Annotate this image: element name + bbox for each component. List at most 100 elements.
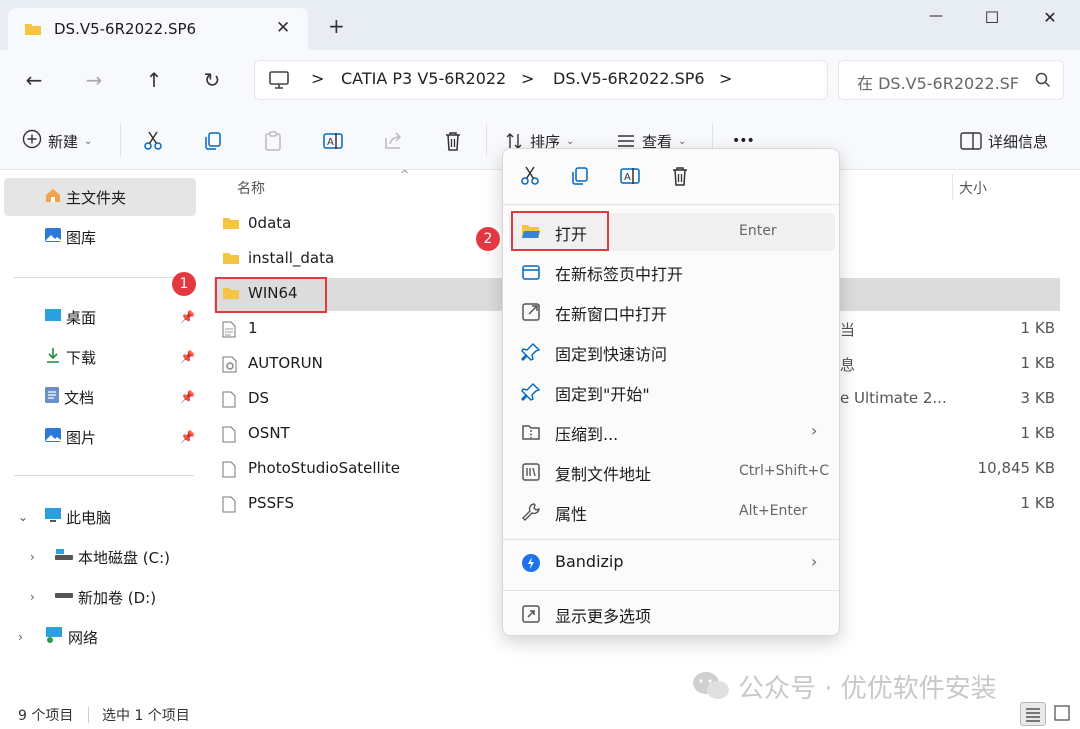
menu-item-compress[interactable]: 压缩到... › xyxy=(509,413,835,451)
menu-item-shortcut: Alt+Enter xyxy=(739,503,808,519)
file-name: install_data xyxy=(248,249,335,267)
sidebar-item-home[interactable]: 主文件夹 xyxy=(4,178,196,216)
refresh-button[interactable]: ↻ xyxy=(198,66,226,94)
back-button[interactable]: ← xyxy=(20,66,48,94)
menu-item-open-new-window[interactable]: 在新窗口中打开 xyxy=(509,293,835,331)
share-icon xyxy=(385,132,402,149)
home-icon xyxy=(44,186,62,208)
trash-icon xyxy=(673,167,687,186)
menu-item-open-new-tab[interactable]: 在新标签页中打开 xyxy=(509,253,835,291)
sidebar-item-documents[interactable]: 文档 📌 xyxy=(4,378,196,416)
new-window-icon xyxy=(521,302,541,326)
chevron-down-icon: ⌄ xyxy=(566,135,575,147)
copy-icon xyxy=(205,132,221,150)
menu-item-pin-quick-access[interactable]: 固定到快速访问 xyxy=(509,333,835,371)
menu-item-copy-path[interactable]: 复制文件地址 Ctrl+Shift+C xyxy=(509,453,835,491)
file-size: 1 KB xyxy=(1020,424,1055,442)
up-button[interactable]: ↑ xyxy=(140,66,168,94)
sidebar-item-desktop[interactable]: 桌面 📌 xyxy=(4,298,196,336)
chevron-right-icon[interactable]: › xyxy=(18,630,23,644)
delete-button[interactable] xyxy=(669,165,693,189)
share-button[interactable] xyxy=(382,128,404,154)
menu-item-label: 属性 xyxy=(555,505,588,524)
copy-button[interactable] xyxy=(202,128,224,154)
menu-item-show-more-options[interactable]: 显示更多选项 xyxy=(509,595,835,633)
paste-button[interactable] xyxy=(262,128,284,154)
column-header-size[interactable]: 大小 xyxy=(959,178,987,198)
tiles-view-icon xyxy=(1054,705,1070,721)
copy-button[interactable] xyxy=(569,165,593,189)
address-bar[interactable]: > CATIA P3 V5-6R2022 > DS.V5-6R2022.SP6 … xyxy=(254,60,828,100)
text-file-icon xyxy=(222,321,236,342)
maximize-button[interactable]: ☐ xyxy=(978,8,1006,32)
new-tab-icon xyxy=(521,262,541,286)
desktop-icon xyxy=(44,307,62,327)
file-icon xyxy=(222,461,236,482)
minimize-button[interactable]: — xyxy=(922,8,950,32)
pin-icon[interactable]: 📌 xyxy=(180,350,195,364)
sidebar-item-drive-d[interactable]: › 新加卷 (D:) xyxy=(4,578,196,616)
file-name: AUTORUN xyxy=(248,354,323,372)
sidebar-item-label: 图库 xyxy=(66,228,97,247)
new-button-label: 新建 xyxy=(48,132,79,151)
menu-item-properties[interactable]: 属性 Alt+Enter xyxy=(509,493,835,531)
cut-button[interactable] xyxy=(519,165,543,189)
column-header-name[interactable]: 名称 xyxy=(237,178,265,198)
chevron-right-icon[interactable]: › xyxy=(30,550,35,564)
menu-item-label: 复制文件地址 xyxy=(555,465,652,484)
file-icon xyxy=(222,391,236,412)
rename-button[interactable]: A xyxy=(322,128,344,154)
breadcrumb-catia[interactable]: CATIA P3 V5-6R2022 xyxy=(341,69,506,88)
menu-item-pin-start[interactable]: 固定到"开始" xyxy=(509,373,835,411)
delete-button[interactable] xyxy=(442,128,464,154)
title-bar: DS.V5-6R2022.SP6 ✕ + — ☐ ✕ xyxy=(0,0,1080,50)
chevron-right-icon[interactable]: › xyxy=(30,590,35,604)
tiles-view-button[interactable] xyxy=(1052,703,1072,727)
file-name: OSNT xyxy=(248,424,290,442)
details-pane-icon xyxy=(960,132,982,150)
tab-close-icon[interactable]: ✕ xyxy=(276,18,290,38)
details-label: 详细信息 xyxy=(988,132,1049,151)
sidebar-item-pictures[interactable]: 图片 📌 xyxy=(4,418,196,456)
scissors-icon xyxy=(521,166,539,185)
sidebar-item-label: 此电脑 xyxy=(66,508,112,527)
sidebar-item-drive-c[interactable]: › 本地磁盘 (C:) xyxy=(4,538,196,576)
folder-icon xyxy=(24,22,42,40)
step-badge-1: 1 xyxy=(172,272,196,296)
sidebar-item-label: 网络 xyxy=(68,628,99,647)
rename-button[interactable]: A xyxy=(619,165,643,189)
sidebar-item-network[interactable]: › 网络 xyxy=(4,618,196,656)
network-icon xyxy=(44,626,64,648)
pin-icon[interactable]: 📌 xyxy=(180,390,195,404)
file-size: 3 KB xyxy=(1020,389,1055,407)
breadcrumb-current[interactable]: DS.V5-6R2022.SP6 xyxy=(553,69,705,88)
tab-active[interactable]: DS.V5-6R2022.SP6 ✕ xyxy=(8,8,308,50)
highlight-box-win64 xyxy=(215,277,327,313)
tab-title: DS.V5-6R2022.SP6 xyxy=(54,20,197,38)
copy-path-icon xyxy=(521,462,541,486)
file-name: PSSFS xyxy=(248,494,294,512)
chevron-right-icon: › xyxy=(811,421,818,440)
new-tab-button[interactable]: + xyxy=(328,16,345,36)
sidebar-item-downloads[interactable]: 下载 📌 xyxy=(4,338,196,376)
cut-button[interactable] xyxy=(142,128,164,154)
search-input[interactable]: 在 DS.V5-6R2022.SF xyxy=(838,60,1064,100)
download-icon xyxy=(44,346,62,368)
search-placeholder: 在 DS.V5-6R2022.SF xyxy=(857,74,1020,93)
sidebar-item-gallery[interactable]: 图库 xyxy=(4,218,196,256)
sidebar-item-this-pc[interactable]: ⌄ 此电脑 xyxy=(4,498,196,536)
selected-count: 选中 1 个项目 xyxy=(102,708,190,724)
sidebar-item-label: 桌面 xyxy=(66,308,97,327)
details-button[interactable]: 详细信息 xyxy=(960,128,1048,154)
chevron-down-icon[interactable]: ⌄ xyxy=(18,510,28,524)
context-menu: A 打开 Enter 在新标签页中打开 在新窗口中打开 固定到快速访问 固定到"… xyxy=(502,148,840,636)
pin-icon[interactable]: 📌 xyxy=(180,430,195,444)
details-view-button[interactable] xyxy=(1020,702,1046,726)
computer-icon xyxy=(269,71,289,93)
close-window-button[interactable]: ✕ xyxy=(1036,8,1064,32)
menu-item-bandizip[interactable]: Bandizip › xyxy=(509,544,835,582)
forward-button[interactable]: → xyxy=(80,66,108,94)
breadcrumb-separator: > xyxy=(719,69,733,88)
new-button[interactable]: 新建 ⌄ xyxy=(22,128,92,154)
pin-icon[interactable]: 📌 xyxy=(180,310,195,324)
